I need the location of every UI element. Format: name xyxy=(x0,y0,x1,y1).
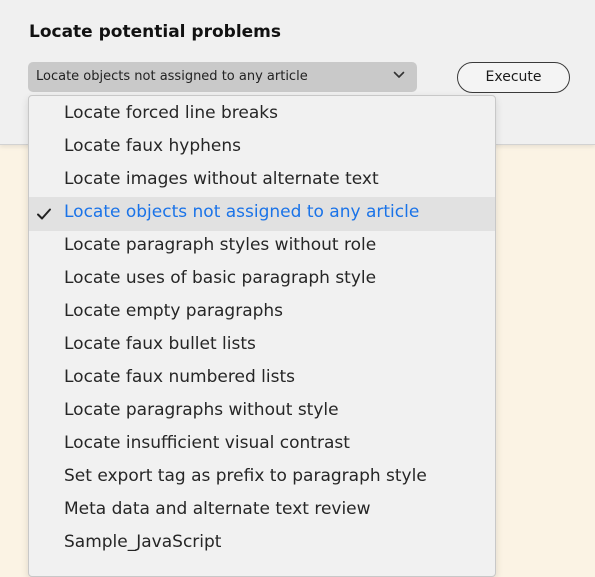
menu-item-label: Locate faux bullet lists xyxy=(64,334,256,354)
menu-item-empty-paragraphs[interactable]: Locate empty paragraphs xyxy=(29,296,495,330)
menu-item-paragraphs-without-style[interactable]: Locate paragraphs without style xyxy=(29,395,495,429)
menu-item-label: Locate paragraphs without style xyxy=(64,400,339,420)
menu-item-label: Set export tag as prefix to paragraph st… xyxy=(64,466,427,486)
panel-title: Locate potential problems xyxy=(29,22,282,42)
menu-item-images-without-alt-text[interactable]: Locate images without alternate text xyxy=(29,164,495,198)
menu-item-label: Locate objects not assigned to any artic… xyxy=(64,202,420,222)
menu-item-sample-javascript[interactable]: Sample_JavaScript xyxy=(29,527,495,561)
menu-item-label: Locate uses of basic paragraph style xyxy=(64,268,377,288)
menu-item-label: Meta data and alternate text review xyxy=(64,499,371,519)
menu-item-objects-not-assigned[interactable]: Locate objects not assigned to any artic… xyxy=(29,197,495,231)
menu-item-faux-bullet-lists[interactable]: Locate faux bullet lists xyxy=(29,329,495,363)
menu-item-faux-hyphens[interactable]: Locate faux hyphens xyxy=(29,131,495,165)
problem-type-select[interactable]: Locate objects not assigned to any artic… xyxy=(28,62,417,92)
checkmark-icon xyxy=(37,208,51,220)
menu-item-basic-paragraph-style[interactable]: Locate uses of basic paragraph style xyxy=(29,263,495,297)
menu-item-label: Locate insufficient visual contrast xyxy=(64,433,350,453)
menu-item-paragraph-styles-without-role[interactable]: Locate paragraph styles without role xyxy=(29,230,495,264)
select-value: Locate objects not assigned to any artic… xyxy=(36,69,308,84)
execute-button[interactable]: Execute xyxy=(457,62,570,93)
menu-item-label: Locate faux hyphens xyxy=(64,136,241,156)
menu-item-insufficient-contrast[interactable]: Locate insufficient visual contrast xyxy=(29,428,495,462)
menu-item-forced-line-breaks[interactable]: Locate forced line breaks xyxy=(29,98,495,132)
menu-item-faux-numbered-lists[interactable]: Locate faux numbered lists xyxy=(29,362,495,396)
menu-item-label: Locate empty paragraphs xyxy=(64,301,284,321)
chevron-down-icon xyxy=(393,71,405,78)
menu-item-label: Locate forced line breaks xyxy=(64,103,278,123)
problem-type-dropdown-menu: Locate forced line breaks Locate faux hy… xyxy=(28,95,496,577)
menu-item-label: Sample_JavaScript xyxy=(64,532,222,552)
menu-item-label: Locate faux numbered lists xyxy=(64,367,295,387)
menu-item-meta-data-review[interactable]: Meta data and alternate text review xyxy=(29,494,495,528)
menu-item-export-tag-prefix[interactable]: Set export tag as prefix to paragraph st… xyxy=(29,461,495,495)
menu-item-label: Locate images without alternate text xyxy=(64,169,379,189)
menu-item-label: Locate paragraph styles without role xyxy=(64,235,377,255)
